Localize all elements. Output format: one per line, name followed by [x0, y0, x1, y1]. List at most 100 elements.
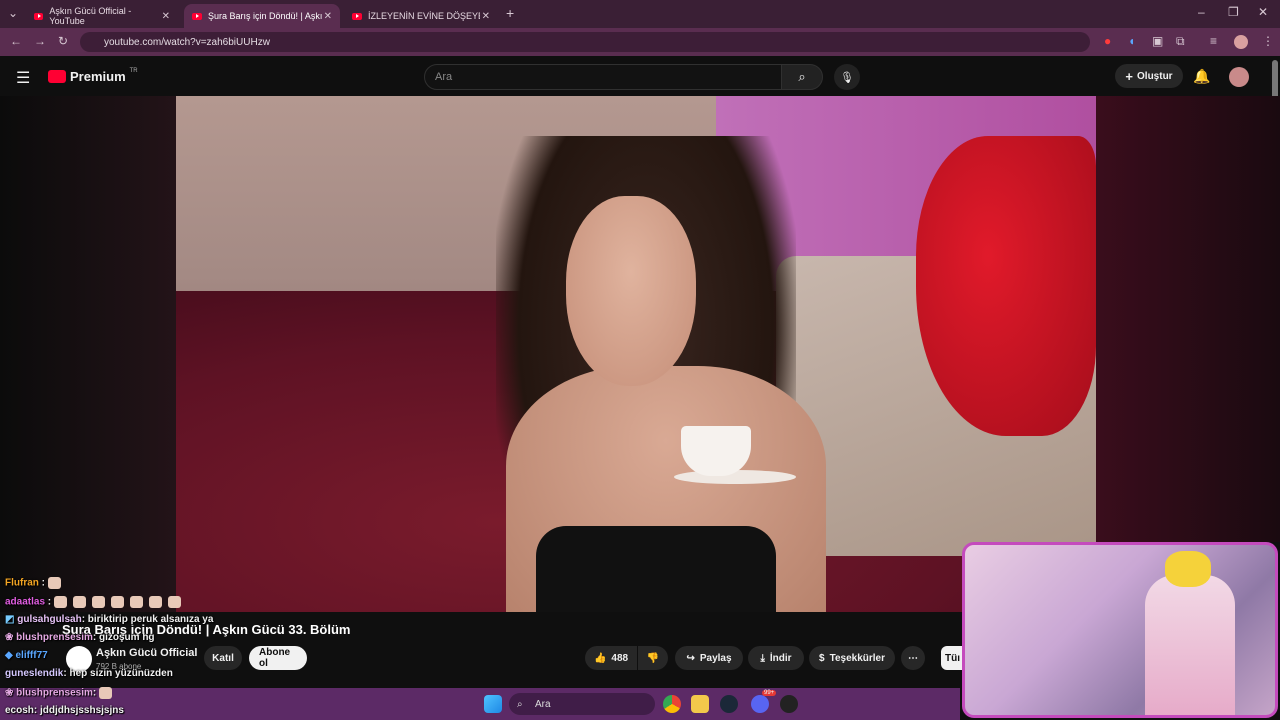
right-ambient — [1096, 96, 1280, 542]
browser-toolbar: ← → ↻ youtube.com/watch?v=zah6biUUHzw ● … — [0, 28, 1280, 56]
minimize-icon[interactable]: – — [1198, 5, 1205, 19]
extension-record-icon[interactable]: ● — [1104, 34, 1111, 48]
join-button[interactable]: Katıl — [204, 646, 242, 670]
address-bar[interactable]: youtube.com/watch?v=zah6biUUHzw — [80, 32, 1090, 52]
close-tab-icon[interactable]: ✕ — [162, 11, 170, 22]
steam-icon[interactable] — [720, 695, 738, 713]
create-button[interactable]: + Oluştur — [1115, 64, 1183, 88]
youtube-favicon-icon — [352, 12, 362, 20]
youtube-logo[interactable]: Premium TR — [48, 67, 138, 84]
chat-user: Flufran — [5, 577, 39, 589]
like-count: 488 — [611, 652, 629, 664]
chat-emote-icon — [129, 596, 143, 608]
logo-text: Premium — [70, 69, 126, 84]
search-icon: ⌕ — [517, 698, 523, 710]
tab-title: Şura Barış için Döndü! | Aşkın G — [208, 11, 322, 21]
chat-emote-icon — [47, 577, 61, 589]
reading-list-icon[interactable]: ≡ — [1210, 34, 1217, 48]
subscribe-button[interactable]: Abone ol — [249, 646, 307, 670]
chat-text: : biriktirip peruk alsanıza ya — [81, 614, 214, 625]
taskbar-search[interactable]: ⌕ Ara — [509, 693, 655, 715]
app-icon[interactable] — [780, 695, 798, 713]
reload-icon[interactable]: ↻ — [58, 34, 68, 48]
video-coffee-cup — [681, 426, 751, 476]
like-button[interactable]: 👍 488 — [585, 646, 637, 670]
windows-taskbar — [0, 688, 960, 720]
tab-channel[interactable]: Aşkın Gücü Official - YouTube ✕ — [26, 4, 178, 28]
extension-icon[interactable]: ▣ — [1152, 34, 1163, 48]
chat-user: ecosh — [5, 705, 34, 716]
restore-icon[interactable]: ❐ — [1228, 5, 1239, 19]
share-button[interactable]: ↪ Paylaş — [675, 646, 743, 670]
file-explorer-icon[interactable] — [691, 695, 709, 713]
chat-message: Flufran : — [5, 577, 67, 589]
chat-text: : — [92, 687, 97, 699]
download-icon: ⤓ — [760, 652, 765, 664]
extensions-puzzle-icon[interactable]: ⧉ — [1176, 34, 1185, 49]
more-menu-icon[interactable]: ⋮ — [1262, 34, 1274, 48]
plus-icon: + — [1125, 68, 1134, 84]
chat-message: guneslendik: hep sizin yüzünüzden — [5, 668, 173, 679]
back-icon[interactable]: ← — [10, 34, 22, 48]
create-label: Oluştur — [1137, 70, 1173, 82]
discord-icon[interactable] — [751, 695, 769, 713]
windows-start-icon[interactable] — [484, 695, 502, 713]
chat-emote-icon — [148, 596, 162, 608]
youtube-favicon-icon — [34, 12, 44, 20]
hamburger-menu-icon[interactable]: ☰ — [16, 68, 30, 88]
left-ambient — [0, 96, 176, 612]
webcam-gaming-chair — [1145, 575, 1235, 715]
chat-emote-icon — [91, 596, 105, 608]
subscribe-label: Abone ol — [259, 647, 291, 669]
chat-text: : hep sizin yüzünüzden — [63, 668, 173, 679]
close-window-icon[interactable]: ✕ — [1258, 5, 1268, 19]
thanks-label: Teşekkürler — [829, 652, 885, 664]
chat-text: : gizoşum hg — [92, 632, 155, 643]
new-tab-icon[interactable]: + — [506, 5, 514, 21]
forward-icon[interactable]: → — [34, 34, 46, 48]
tab-title: İZLEYENİN EVİNE DÖŞEYEN KI — [368, 11, 480, 21]
microphone-icon: 🎙 — [840, 71, 854, 84]
logo-region: TR — [129, 67, 138, 74]
close-tab-icon[interactable]: ✕ — [482, 11, 490, 22]
account-avatar[interactable] — [1229, 67, 1249, 87]
profile-avatar[interactable] — [1234, 35, 1248, 49]
chat-emote-icon — [72, 596, 86, 608]
chat-message: ◩ gulsahgulsah: biriktirip peruk alsanız… — [5, 614, 213, 625]
thumbs-down-icon: 👎 — [646, 652, 660, 664]
chat-user: adaatlas — [5, 596, 46, 608]
chat-user: gulsahgulsah — [17, 614, 82, 625]
search-input[interactable]: Ara — [424, 64, 782, 90]
browser-tab-bar: ⌄ Aşkın Gücü Official - YouTube ✕ Şura B… — [0, 0, 1280, 28]
chat-user: elifff77 — [15, 650, 48, 661]
close-tab-icon[interactable]: ✕ — [324, 11, 332, 22]
more-actions-button[interactable]: ⋯ — [901, 646, 925, 670]
chat-user: guneslendik — [5, 668, 64, 679]
download-button[interactable]: ⤓ İndir — [748, 646, 804, 670]
notifications-bell-icon[interactable]: 🔔 — [1193, 68, 1210, 85]
video-player[interactable] — [176, 96, 1096, 612]
join-label: Katıl — [212, 652, 234, 664]
search-icon: ⌕ — [798, 69, 806, 84]
voice-search-button[interactable]: 🎙 — [834, 64, 860, 90]
share-label: Paylaş — [699, 652, 732, 664]
chat-message: ❀ blushprensesim: gizoşum hg — [5, 632, 155, 643]
chat-badge-icon: ❀ — [5, 687, 14, 699]
tab-video[interactable]: Şura Barış için Döndü! | Aşkın G ✕ — [184, 4, 340, 28]
dislike-button[interactable]: 👎 — [638, 646, 668, 670]
notification-badge: 99+ — [762, 690, 777, 696]
video-person-top — [536, 526, 776, 612]
tab-list-icon[interactable]: ⌄ — [8, 6, 18, 20]
tab-other[interactable]: İZLEYENİN EVİNE DÖŞEYEN KI ✕ — [344, 4, 498, 28]
chat-message: ❀ blushprensesim: — [5, 687, 118, 699]
search-button[interactable]: ⌕ — [781, 64, 823, 90]
video-person-face — [566, 196, 696, 386]
more-horiz-icon: ⋯ — [908, 652, 918, 664]
extension-audio-icon[interactable]: ◖ — [1128, 34, 1135, 48]
url-text: youtube.com/watch?v=zah6biUUHzw — [104, 36, 270, 48]
chat-badge-icon: ◆ — [5, 650, 13, 661]
chat-message: adaatlas : — [5, 596, 187, 608]
channel-name[interactable]: Aşkın Gücü Official — [96, 647, 197, 659]
chrome-icon[interactable] — [663, 695, 681, 713]
thanks-button[interactable]: $ Teşekkürler — [809, 646, 895, 670]
